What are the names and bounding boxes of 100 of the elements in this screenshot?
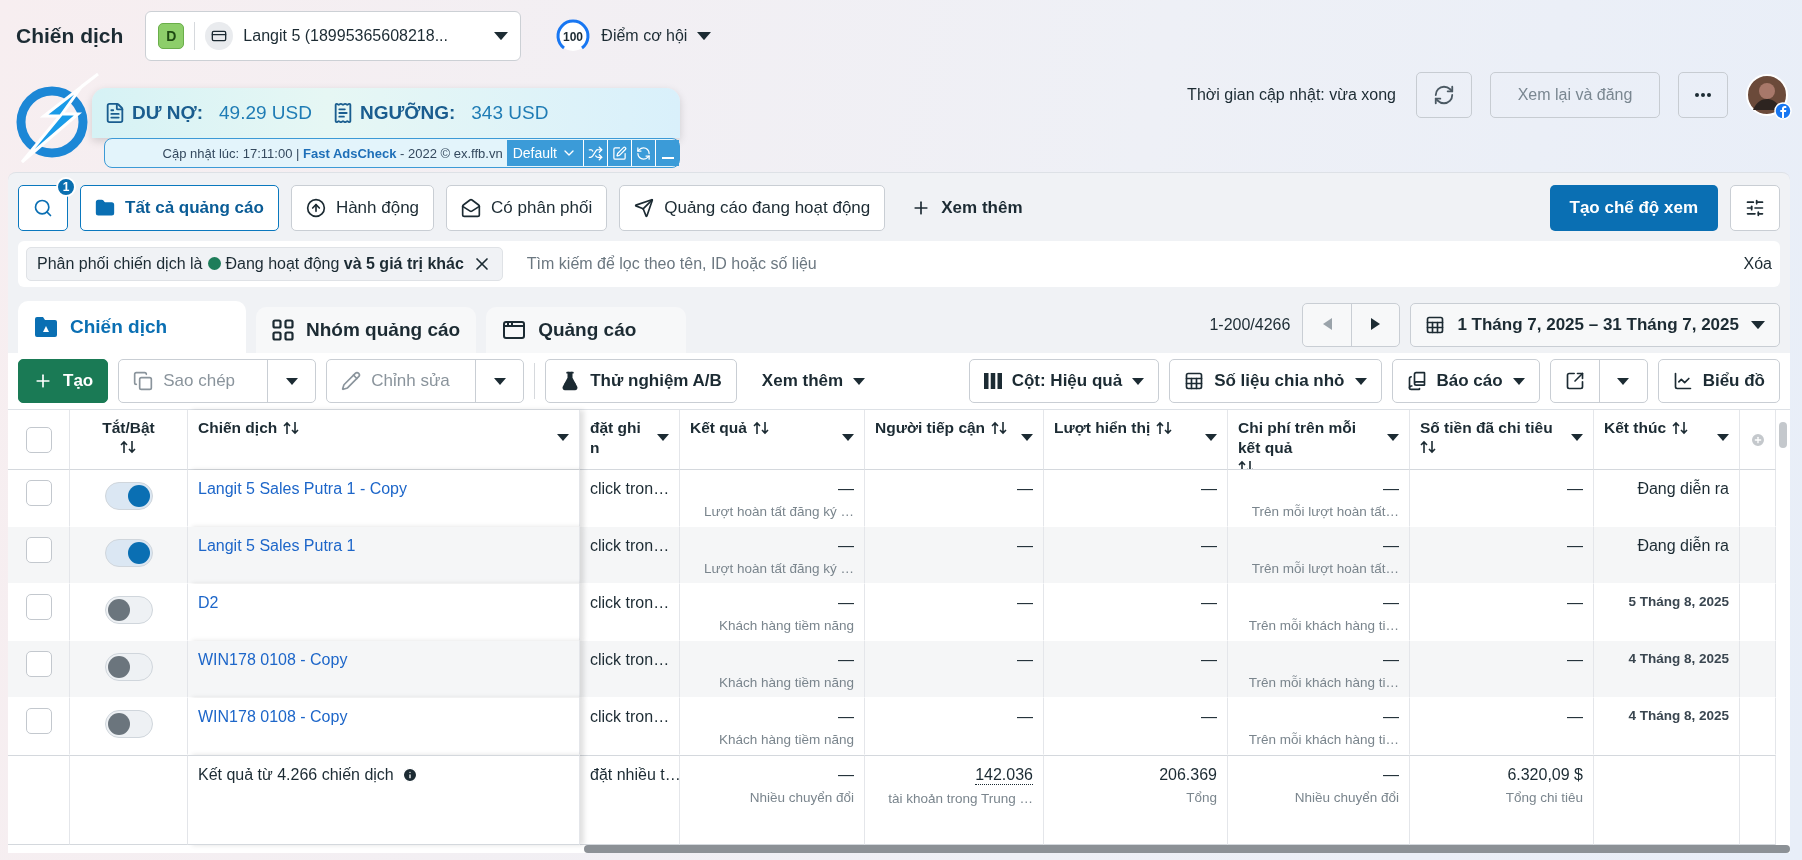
cell-note: Trên mỗi khách hàng ti… — [1248, 732, 1399, 747]
level-tab[interactable]: Chiến dịch — [18, 301, 246, 353]
minimize-button[interactable] — [655, 140, 679, 166]
status-toggle[interactable] — [104, 653, 153, 681]
edit-button[interactable] — [607, 140, 631, 166]
column-header[interactable]: Tắt/Bật — [70, 410, 188, 470]
cell-value: — — [838, 708, 854, 726]
caret-icon — [1354, 377, 1367, 385]
column-header[interactable]: Số tiền đã chi tiêu — [1410, 410, 1594, 470]
cell-value: — — [838, 537, 854, 555]
view-tab[interactable]: Có phân phối — [446, 185, 608, 231]
filter-text: Phân phối chiến dịch là Đang hoạt động và 5 giá trị khác — [37, 255, 464, 273]
row-checkbox[interactable] — [25, 480, 52, 506]
breakdown-button[interactable]: Số liệu chia nhỏ — [1169, 359, 1382, 403]
debt-value: 49.29 USD — [219, 102, 312, 124]
cell-value: — — [1017, 594, 1033, 612]
column-header[interactable]: đặt ghi n — [580, 410, 680, 470]
clear-link[interactable]: Xóa — [1743, 255, 1772, 273]
view-tab[interactable]: Hành động — [290, 185, 435, 231]
row-checkbox[interactable] — [25, 594, 52, 620]
test-button[interactable]: Thử nghiệm A/B — [545, 359, 737, 403]
sort-icon[interactable] — [1672, 421, 1688, 435]
sort-icon[interactable] — [991, 421, 1008, 435]
report-button[interactable]: Báo cáo — [1391, 359, 1540, 403]
row-checkbox[interactable] — [25, 537, 52, 563]
refresh-button[interactable] — [1416, 72, 1472, 118]
status-toggle[interactable] — [104, 539, 153, 567]
campaign-link[interactable]: D2 — [198, 594, 219, 612]
column-header[interactable]: Chiến dịch — [188, 410, 580, 470]
status-toggle[interactable] — [104, 710, 153, 738]
cell-value: — — [1383, 766, 1399, 784]
cell-value: — — [1567, 708, 1583, 726]
refresh-icon — [1433, 84, 1455, 106]
account-icon — [205, 22, 234, 50]
cell-value: — — [1567, 480, 1583, 498]
view-tab[interactable]: Tất cả quảng cáo — [80, 185, 279, 231]
create-button[interactable]: Tạo — [18, 359, 109, 403]
status-toggle[interactable] — [104, 596, 153, 624]
row-checkbox[interactable] — [25, 708, 52, 734]
chart-button[interactable]: Biểu đồ — [1657, 359, 1780, 403]
more-icon — [1695, 93, 1711, 97]
envelope-icon — [461, 198, 482, 218]
status-toggle[interactable] — [104, 482, 153, 510]
cell-note: Trên mỗi lượt hoàn tất… — [1251, 561, 1399, 576]
view-tab[interactable]: Quảng cáo đang hoạt động — [619, 185, 886, 231]
column-header[interactable]: Kết quả — [680, 410, 865, 470]
cell-note: Tổng — [1186, 790, 1217, 805]
cell-value: — — [1201, 537, 1217, 555]
level-tab[interactable]: Quảng cáo — [486, 307, 687, 353]
cell-value: — — [838, 651, 854, 669]
level-tab[interactable]: Nhóm quảng cáo — [256, 307, 477, 353]
create-view-button[interactable]: Tạo chế độ xem — [1549, 185, 1718, 231]
campaign-link[interactable]: WIN178 0108 - Copy — [198, 708, 348, 726]
update-status: Cập nhật lúc: 17:11:00 | Fast AdsCheck - 2022 © ex.ffb.vn — [162, 145, 503, 161]
shuffle-button[interactable] — [583, 140, 607, 166]
column-menu-icon — [1717, 434, 1729, 441]
filter-chip[interactable]: Phân phối chiến dịch là Đang hoạt động và 5 giá trị khác — [26, 247, 503, 281]
more-views-button[interactable]: Xem thêm — [897, 198, 1037, 218]
sort-icon[interactable] — [1420, 440, 1436, 454]
cell-value: 4 Tháng 8, 2025 — [1628, 708, 1729, 723]
info-icon[interactable] — [401, 767, 418, 783]
export-icon — [1564, 371, 1585, 391]
scrollbar-thumb[interactable] — [1779, 422, 1787, 448]
cell-value: click tron… — [590, 480, 670, 498]
select-all-checkbox[interactable] — [25, 426, 52, 453]
account-selector[interactable]: D Langit 5 (18995365608218... — [145, 11, 522, 61]
columns-icon — [983, 373, 1002, 389]
column-title: Chi phí trên mỗi kết quả — [1238, 418, 1357, 458]
cell-note: Trên mỗi khách hàng ti… — [1248, 618, 1399, 633]
sort-icon[interactable] — [752, 421, 769, 435]
cell-value: — — [1383, 537, 1399, 555]
date-range-picker[interactable]: 1 Tháng 7, 2025 – 31 Tháng 7, 2025 — [1410, 303, 1780, 347]
column-title: Chiến dịch — [198, 418, 278, 438]
columns-button[interactable]: Cột: Hiệu quả — [968, 359, 1160, 403]
column-menu-icon — [842, 434, 854, 441]
row-checkbox[interactable] — [25, 651, 52, 677]
column-menu-icon — [557, 434, 569, 441]
campaign-link[interactable]: Langit 5 Sales Putra 1 - Copy — [198, 480, 407, 498]
rows-icon — [1184, 371, 1205, 391]
column-header[interactable]: Chi phí trên mỗi kết quả — [1228, 410, 1410, 470]
sort-icon[interactable] — [1156, 421, 1173, 435]
column-header[interactable]: Người tiếp cận — [865, 410, 1044, 470]
column-header[interactable]: Kết thúc — [1594, 410, 1740, 470]
cell-value: — — [1383, 480, 1399, 498]
scrollbar-thumb[interactable] — [584, 845, 1790, 853]
books-icon — [1406, 371, 1427, 391]
cell-value: — — [1567, 537, 1583, 555]
campaign-link[interactable]: WIN178 0108 - Copy — [198, 651, 348, 669]
cell-value: — — [1201, 594, 1217, 612]
cell-value: Đang diễn ra — [1637, 537, 1729, 555]
column-header[interactable]: Lượt hiển thị — [1044, 410, 1228, 470]
settings-button[interactable] — [1730, 185, 1780, 231]
sort-icon[interactable] — [283, 421, 300, 435]
page-title: Chiến dịch — [16, 24, 124, 48]
campaign-link[interactable]: Langit 5 Sales Putra 1 — [198, 537, 356, 555]
filter-search-field[interactable]: Phân phối chiến dịch là Đang hoạt động và 5 giá trị khác Tìm kiếm để lọc theo tên, ID hoặc số liệu Xóa — [18, 241, 1780, 287]
sort-icon[interactable] — [120, 440, 137, 454]
window-icon — [502, 318, 527, 342]
cell-note: Lượt hoàn tất đăng ký … — [704, 561, 854, 576]
score-label[interactable]: Điểm cơ hội — [601, 27, 688, 45]
